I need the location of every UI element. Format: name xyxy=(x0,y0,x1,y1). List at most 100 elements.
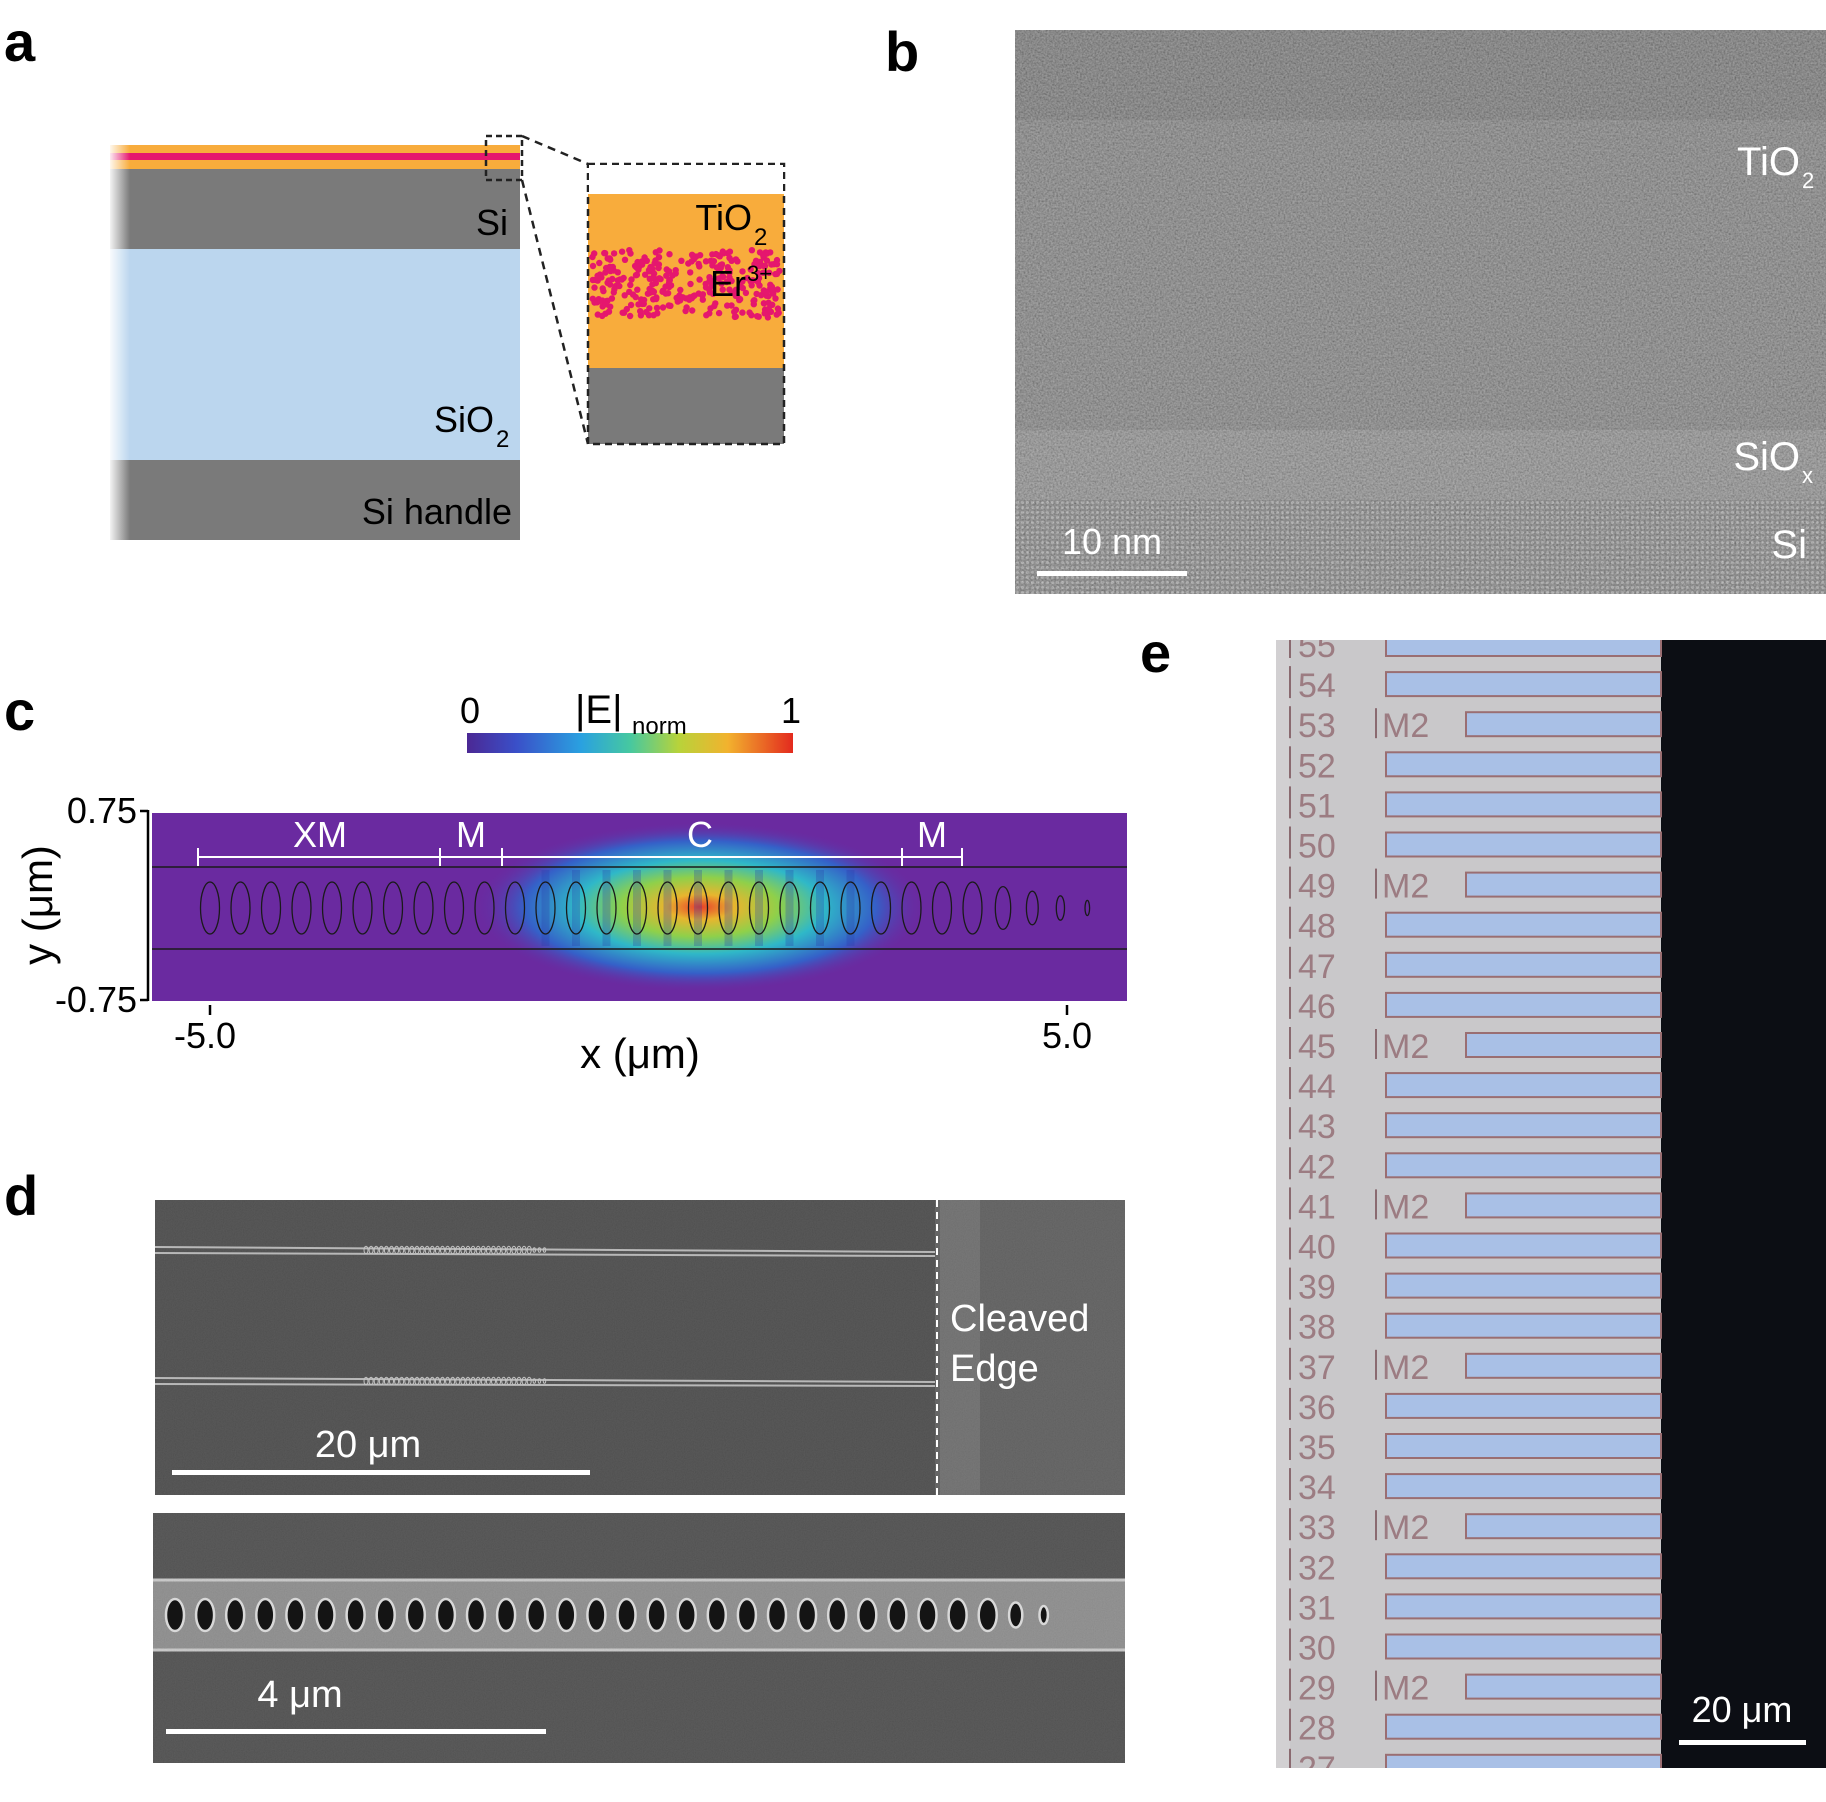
scalebar-20um-top-label: 20 μm xyxy=(315,1424,421,1466)
label-siox-sub: x xyxy=(1802,463,1813,488)
label-tio2-zoom-sub: 2 xyxy=(754,224,767,251)
er-dot xyxy=(667,302,674,309)
er-dot xyxy=(696,252,704,259)
device-bar xyxy=(1385,1553,1662,1580)
er-dot xyxy=(635,301,642,308)
er-dot xyxy=(691,292,698,299)
sem-hole xyxy=(947,1597,968,1633)
er-dot xyxy=(626,312,634,320)
row-number: 48 xyxy=(1298,908,1336,946)
row-number: 52 xyxy=(1298,747,1336,785)
er-dot xyxy=(688,258,695,265)
sem-hole xyxy=(826,1597,848,1633)
er-dot xyxy=(635,266,642,273)
er-dot xyxy=(712,250,720,258)
er-dot xyxy=(627,281,634,289)
row-number: 49 xyxy=(1298,868,1336,906)
er-dot xyxy=(753,290,760,298)
device-bar xyxy=(1385,1112,1662,1139)
colorbar-min: 0 xyxy=(460,690,480,731)
marker-label: M2 xyxy=(1382,1670,1429,1708)
scalebar-10nm-label: 10 nm xyxy=(1062,521,1162,562)
device-bar xyxy=(1385,671,1662,698)
er-dot xyxy=(591,284,598,291)
er-dot xyxy=(715,309,723,317)
region-c: C xyxy=(687,814,713,855)
device-bar xyxy=(1465,1192,1662,1219)
sem-hole xyxy=(857,1597,878,1633)
row-number: 34 xyxy=(1298,1469,1336,1507)
sem-hole xyxy=(194,1597,216,1633)
er-dot xyxy=(629,291,637,298)
er-dot xyxy=(746,309,753,316)
er-dot xyxy=(686,296,693,303)
sem-hole xyxy=(164,1597,186,1633)
colorbar-title-sub: norm xyxy=(632,713,687,740)
er-dot xyxy=(639,260,646,267)
row-number: 40 xyxy=(1298,1229,1336,1267)
er-dot xyxy=(699,291,707,298)
er-dot xyxy=(678,257,685,264)
device-bar xyxy=(1385,751,1662,778)
er-dot xyxy=(637,308,644,315)
er-dot xyxy=(677,286,684,294)
er-dot xyxy=(769,286,777,293)
sem-hole xyxy=(435,1597,457,1633)
row-number: 39 xyxy=(1298,1269,1336,1307)
marker-label: M2 xyxy=(1382,868,1429,906)
er-dot xyxy=(719,248,726,255)
er-dot xyxy=(598,274,605,281)
er-dot xyxy=(589,276,596,284)
sem-hole xyxy=(315,1597,336,1633)
er-dot xyxy=(594,311,601,318)
er-dot xyxy=(641,254,648,261)
sem-hole xyxy=(285,1597,306,1633)
row-number: 30 xyxy=(1298,1630,1336,1668)
row-number: 51 xyxy=(1298,787,1336,825)
sem-hole xyxy=(465,1597,487,1633)
er-dot xyxy=(765,305,772,313)
colorbar-max: 1 xyxy=(781,690,801,731)
panel-a-layer-diagram: Si SiO 2 Si handle TiO 2 Er 3+ xyxy=(108,134,786,545)
er-dot xyxy=(600,287,607,295)
er-dot xyxy=(654,310,661,317)
label-si-handle: Si handle xyxy=(362,491,512,532)
device-bar xyxy=(1385,1152,1662,1179)
er-dot xyxy=(596,259,603,267)
panel-label-e: e xyxy=(1140,621,1172,684)
device-bar xyxy=(1385,831,1662,858)
panel-label-d: d xyxy=(4,1164,39,1227)
er-dot xyxy=(610,289,617,296)
zoom-si xyxy=(588,368,784,444)
er-dot xyxy=(672,270,679,277)
cleaved-edge-label-1: Cleaved xyxy=(950,1298,1089,1340)
sem-hole xyxy=(556,1597,577,1633)
row-number: 35 xyxy=(1298,1429,1336,1467)
er-dot xyxy=(607,264,614,272)
scalebar-20um-e xyxy=(1679,1740,1806,1745)
row-number: 54 xyxy=(1298,667,1336,705)
label-siox: SiO xyxy=(1733,435,1800,479)
panel-label-b: b xyxy=(885,20,920,83)
colorbar xyxy=(467,733,793,753)
sem-hole xyxy=(375,1597,396,1633)
sem-hole xyxy=(224,1597,246,1633)
er-dot xyxy=(618,276,626,283)
sem-hole xyxy=(586,1597,607,1633)
er-dot xyxy=(640,296,648,304)
scalebar-4um xyxy=(166,1729,546,1734)
sem-hole xyxy=(917,1597,938,1633)
sem-hole xyxy=(1038,1604,1050,1626)
row-number: 31 xyxy=(1298,1589,1336,1627)
device-bar xyxy=(1385,1072,1662,1099)
scalebar-20um-e-label: 20 μm xyxy=(1692,1689,1793,1730)
er-dot xyxy=(726,248,734,255)
label-er: Er xyxy=(710,263,746,304)
device-bar xyxy=(1385,1312,1662,1339)
row-number: 42 xyxy=(1298,1148,1336,1186)
er-dot xyxy=(754,313,761,320)
er-dot xyxy=(643,308,650,316)
er-top-layer xyxy=(110,153,520,160)
device-bar xyxy=(1385,791,1662,818)
er-dot xyxy=(687,269,694,276)
